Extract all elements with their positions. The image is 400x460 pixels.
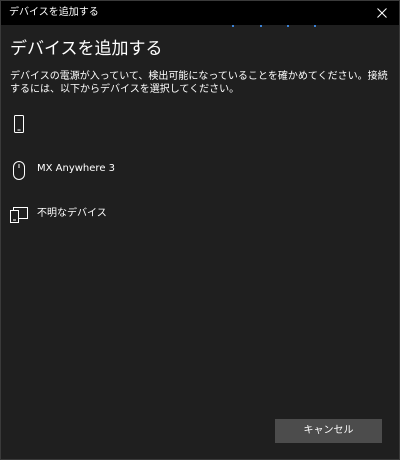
progress-dot bbox=[314, 25, 316, 27]
progress-dot bbox=[260, 25, 262, 27]
progress-dot bbox=[287, 25, 289, 27]
close-icon bbox=[377, 8, 387, 18]
add-device-dialog: デバイスを追加する デバイスを追加する デバイスの電源が入っていて、検出可能にな… bbox=[0, 0, 400, 460]
phone-icon bbox=[10, 113, 30, 137]
device-label: MX Anywhere 3 bbox=[37, 163, 116, 174]
device-item-unknown[interactable]: 不明なデバイス bbox=[1, 200, 399, 236]
window-title: デバイスを追加する bbox=[9, 7, 99, 18]
instruction-text: デバイスの電源が入っていて、検出可能になっていることを確かめてください。接続する… bbox=[10, 71, 388, 95]
cancel-button[interactable]: キャンセル bbox=[275, 419, 382, 443]
close-button[interactable] bbox=[365, 1, 399, 25]
searching-progress-indicator bbox=[1, 25, 399, 29]
device-item-mx-anywhere-3[interactable]: MX Anywhere 3 bbox=[1, 155, 399, 191]
device-item-phone[interactable] bbox=[1, 109, 399, 145]
page-title: デバイスを追加する bbox=[10, 39, 163, 59]
device-label: 不明なデバイス bbox=[37, 208, 107, 219]
mouse-icon bbox=[10, 159, 30, 183]
title-bar: デバイスを追加する bbox=[1, 1, 399, 25]
progress-dot bbox=[232, 25, 234, 27]
unknown-device-icon bbox=[10, 204, 30, 228]
